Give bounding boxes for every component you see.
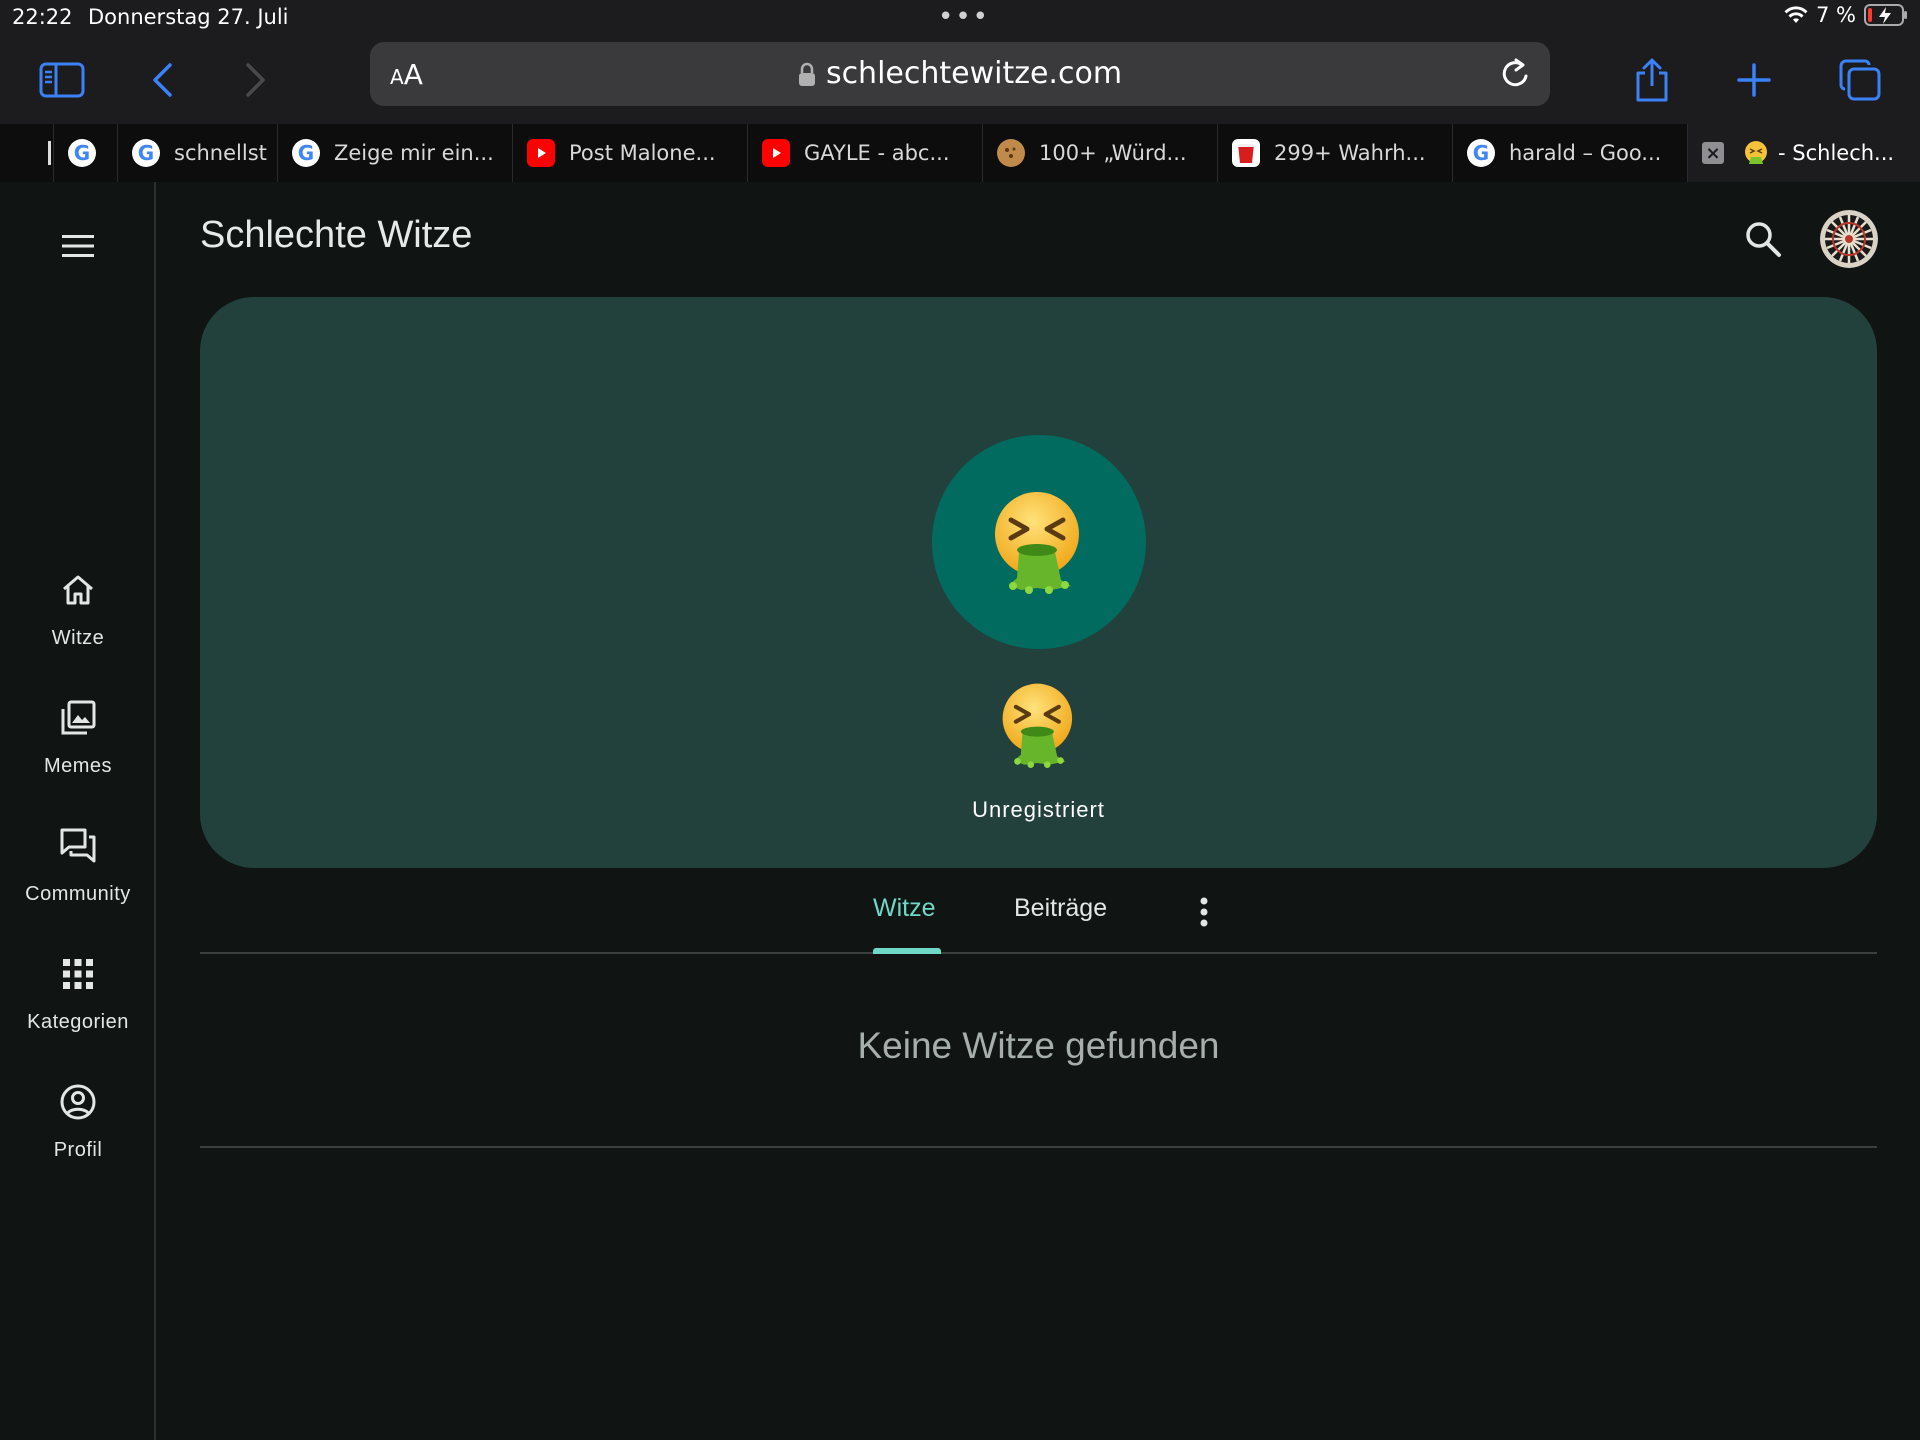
tab-title: schnellst — [174, 141, 267, 165]
nav-label: Kategorien — [27, 1011, 129, 1033]
tab-title: - Schlech... — [1778, 141, 1895, 165]
tab-overview-icon[interactable] — [1830, 50, 1890, 110]
battery-percent: 7 % — [1816, 3, 1856, 27]
google-icon: G — [1467, 139, 1495, 167]
nav-label: Community — [25, 883, 131, 905]
browser-tab-active[interactable]: × - Schlech... — [1688, 124, 1920, 182]
browser-tab[interactable]: Post Malone... — [513, 124, 748, 182]
nav-label: Witze — [51, 627, 105, 649]
tab-title: GAYLE - abc... — [804, 141, 950, 165]
red-cup-icon — [1232, 139, 1260, 167]
tab-witze[interactable]: Witze — [873, 894, 936, 923]
vomiting-face-icon — [1742, 139, 1770, 167]
browser-tab[interactable]: G Zeige mir ein... — [278, 124, 513, 182]
lock-icon — [798, 62, 815, 86]
browser-tab[interactable]: 100+ „Würd... — [983, 124, 1218, 182]
image-library-icon — [61, 700, 96, 735]
menu-icon[interactable] — [58, 226, 98, 266]
tab-title: 299+ Wahrh... — [1274, 141, 1426, 165]
new-tab-icon[interactable] — [1724, 50, 1784, 110]
reload-icon[interactable] — [1498, 56, 1532, 92]
browser-toolbar: AA schlechtewitze.com — [0, 36, 1920, 124]
nav-item-memes[interactable]: Memes — [0, 698, 156, 778]
nav-label: Profil — [53, 1139, 103, 1161]
nav-item-witze[interactable]: Witze — [0, 570, 156, 650]
browser-tab[interactable]: G schnellst — [118, 124, 278, 182]
tab-title: harald – Goo... — [1509, 141, 1662, 165]
grid-icon — [63, 959, 93, 989]
status-date: Donnerstag 27. Juli — [88, 5, 289, 29]
status-bar: 22:22 Donnerstag 27. Juli ••• 7 % — [0, 0, 1920, 36]
active-tab-indicator — [873, 948, 941, 954]
google-icon: G — [292, 139, 320, 167]
tab-title: Post Malone... — [569, 141, 716, 165]
divider — [200, 1146, 1877, 1148]
nav-item-profil[interactable]: Profil — [0, 1082, 156, 1162]
nav-item-community[interactable]: Community — [0, 826, 156, 906]
close-tab-icon[interactable]: × — [1702, 142, 1724, 164]
browser-tab[interactable]: 299+ Wahrh... — [1218, 124, 1453, 182]
profile-tabs: Witze Beiträge — [200, 868, 1877, 954]
profile-username: Unregistriert — [972, 797, 1105, 822]
nav-label: Memes — [43, 755, 113, 777]
tab-edge-icon — [48, 141, 51, 165]
profile-banner: Unregistriert — [200, 297, 1877, 868]
status-time: 22:22 — [12, 5, 73, 29]
tab-beitraege[interactable]: Beiträge — [1014, 894, 1107, 923]
back-icon[interactable] — [132, 50, 192, 110]
forward-icon[interactable] — [226, 50, 286, 110]
vomiting-face-icon — [1002, 683, 1073, 768]
url-text: schlechtewitze.com — [825, 56, 1123, 91]
dartboard-icon — [1820, 210, 1878, 268]
search-icon[interactable] — [1742, 218, 1784, 260]
sidebar-toggle-icon[interactable] — [32, 50, 92, 110]
vomiting-face-icon — [995, 492, 1079, 594]
browser-tab[interactable]: G — [54, 124, 118, 182]
more-vert-icon[interactable] — [1184, 892, 1224, 932]
navigation-rail: Witze Memes Community Kategorien Profil — [0, 182, 156, 1440]
youtube-icon — [527, 139, 555, 167]
browser-tab[interactable] — [0, 124, 54, 182]
empty-state-message: Keine Witze gefunden — [857, 1025, 1220, 1066]
share-icon[interactable] — [1622, 50, 1682, 110]
browser-tab[interactable]: GAYLE - abc... — [748, 124, 983, 182]
battery-charging-icon — [1864, 4, 1907, 26]
account-circle-icon — [60, 1084, 96, 1120]
cookie-icon — [997, 139, 1025, 167]
wifi-icon — [1784, 6, 1808, 23]
browser-tab-strip: G G schnellst G Zeige mir ein... Post Ma… — [0, 124, 1920, 182]
google-icon: G — [132, 139, 160, 167]
page-title: Schlechte Witze — [200, 214, 473, 256]
nav-item-kategorien[interactable]: Kategorien — [0, 954, 156, 1034]
home-icon — [63, 575, 93, 605]
profile-avatar — [932, 435, 1146, 649]
multitasking-dots-icon[interactable]: ••• — [938, 2, 990, 32]
address-bar[interactable]: AA schlechtewitze.com — [370, 42, 1550, 106]
youtube-icon — [762, 139, 790, 167]
tab-title: Zeige mir ein... — [334, 141, 494, 165]
browser-tab[interactable]: G harald – Goo... — [1453, 124, 1688, 182]
forum-icon — [60, 828, 96, 863]
user-avatar[interactable] — [1820, 210, 1878, 268]
tab-title: 100+ „Würd... — [1039, 141, 1187, 165]
google-icon: G — [68, 139, 96, 167]
